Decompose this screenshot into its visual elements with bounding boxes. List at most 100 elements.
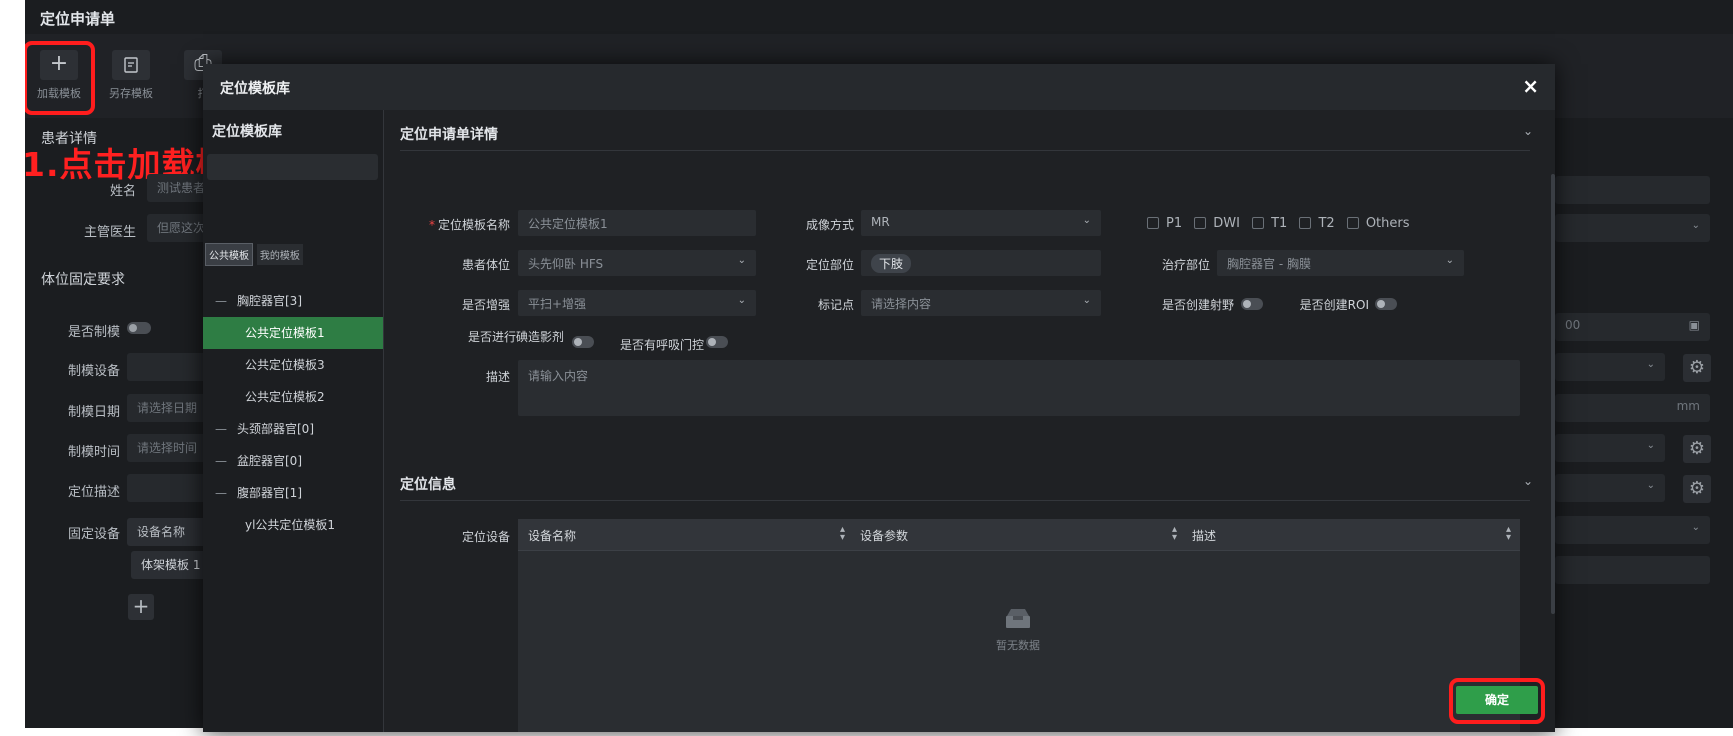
checkbox-p1[interactable] [1147, 217, 1159, 229]
template-name-input[interactable]: 公共定位模板1 [518, 210, 756, 236]
fix-section-title: 体位固定要求 [41, 272, 125, 288]
check-label-dwi: DWI [1213, 216, 1240, 231]
tree-item-yl-public-template-1[interactable]: yl公共定位模板1 [203, 509, 383, 541]
contrast-toggle[interactable] [572, 336, 594, 348]
sort-icon[interactable]: ▴ ▾ [1172, 525, 1177, 543]
bg-right-field-2[interactable] [1555, 556, 1710, 584]
loc-part-tag[interactable]: 下肢 [871, 254, 912, 273]
template-tree: — 胸腔器官[3] 公共定位模板1 公共定位模板3 公共定位模板2 — 头颈部器官[… [203, 285, 383, 541]
col-desc[interactable]: 描述 [1192, 527, 1216, 544]
body-pos-select[interactable]: 头先仰卧 HFS ⌄ [518, 250, 756, 276]
collapse-icon: — [215, 422, 227, 436]
bg-right-select-2[interactable]: ⌄ [1555, 353, 1665, 381]
close-icon[interactable]: × [1522, 74, 1539, 98]
library-title: 定位模板库 [212, 124, 282, 140]
modal-title: 定位模板库 [220, 81, 290, 97]
doctor-label: 主管医生 [83, 225, 136, 240]
tree-group-pelvis[interactable]: — 盆腔器官[0] [203, 445, 383, 477]
page-title: 定位申请单 [40, 10, 116, 28]
checkbox-t1[interactable] [1252, 217, 1265, 229]
tree-label: 盆腔器官[0] [237, 454, 302, 468]
table-header: 设备名称 ▴ ▾ 设备参数 ▴ ▾ 描述 ▴ ▾ [518, 519, 1520, 551]
fix-device-label: 固定设备 [67, 527, 120, 542]
chevron-down-icon[interactable]: ⌄ [1523, 474, 1533, 488]
chevron-down-icon: ⌄ [1082, 295, 1091, 306]
breath-label: 是否有呼吸门控 [619, 338, 704, 352]
chevron-down-icon: ⌄ [737, 295, 746, 306]
tree-item-public-template-1[interactable]: 公共定位模板1 [203, 317, 383, 349]
create-roi-toggle[interactable] [1375, 298, 1397, 310]
modal-header: 定位模板库 × [203, 64, 1555, 110]
gear-icon[interactable]: ⚙ [1683, 475, 1711, 503]
chevron-down-icon[interactable]: ⌄ [1523, 124, 1533, 138]
loc-device-table: 设备名称 ▴ ▾ 设备参数 ▴ ▾ 描述 ▴ ▾ 暂无数据 [518, 519, 1520, 732]
bg-right-select-3[interactable]: ⌄ [1555, 434, 1665, 462]
add-fix-device-icon[interactable]: + [128, 594, 154, 620]
treat-part-select[interactable]: 胸腔器官 - 胸膜 ⌄ [1217, 250, 1464, 276]
tree-label: 胸腔器官[3] [237, 294, 302, 308]
desc-textarea[interactable]: 请输入内容 [518, 360, 1520, 416]
checkbox-t2[interactable] [1299, 217, 1312, 229]
tree-label: 公共定位模板3 [245, 358, 325, 372]
modal-scrollbar[interactable] [1551, 174, 1555, 614]
divider [400, 150, 1530, 151]
tree-item-public-template-2[interactable]: 公共定位模板2 [203, 381, 383, 413]
marker-select[interactable]: 请选择内容 ⌄ [861, 290, 1101, 316]
col-device-name[interactable]: 设备名称 [528, 527, 576, 544]
checkbox-dwi[interactable] [1194, 217, 1207, 229]
template-library-pane: 定位模板库 公共模板 我的模板 — 胸腔器官[3] 公共定位模板1 公共定位模板3… [203, 110, 384, 732]
tree-label: 公共定位模板1 [245, 326, 325, 340]
mold-device-label: 制模设备 [67, 364, 120, 379]
tree-label: 头颈部器官[0] [237, 422, 314, 436]
save-template-button[interactable]: 另存模板 [101, 50, 161, 101]
patient-section-title: 患者详情 [41, 131, 97, 147]
name-input[interactable]: 测试患者 [147, 174, 207, 202]
tree-group-thorax[interactable]: — 胸腔器官[3] [203, 285, 383, 317]
bg-right-date[interactable]: 00 ▣ [1555, 313, 1710, 341]
pos-desc-input[interactable] [127, 474, 207, 502]
body-pos-label: 患者体位 [461, 258, 510, 272]
enhance-label: 是否增强 [461, 298, 510, 312]
bg-right-select-5[interactable]: ⌄ [1555, 516, 1710, 544]
contrast-label: 是否进行碘造影剂 [467, 330, 564, 344]
checkbox-others[interactable] [1346, 217, 1359, 229]
tree-group-abdomen[interactable]: — 腹部器官[1] [203, 477, 383, 509]
bg-right-field-1[interactable] [1555, 176, 1710, 204]
template-library-modal: 定位模板库 × 定位模板库 公共模板 我的模板 — 胸腔器官[3] 公共定位模板1… [203, 64, 1555, 732]
tab-my-templates[interactable]: 我的模板 [256, 244, 303, 265]
sort-icon[interactable]: ▴ ▾ [840, 525, 845, 543]
chevron-down-icon: ⌄ [737, 255, 746, 266]
bg-right-select-1[interactable]: ⌄ [1555, 214, 1710, 242]
mold-device-select[interactable] [127, 353, 207, 381]
mold-toggle[interactable] [127, 322, 151, 334]
create-field-toggle[interactable] [1241, 298, 1263, 310]
desc-label: 描述 [485, 370, 510, 384]
create-roi-label: 是否创建ROI [1299, 298, 1369, 312]
bg-right-mm[interactable]: mm [1555, 394, 1710, 422]
col-device-param[interactable]: 设备参数 [860, 527, 908, 544]
tree-label: 腹部器官[1] [237, 486, 302, 500]
confirm-button[interactable]: 确定 [1456, 686, 1538, 714]
gear-icon[interactable]: ⚙ [1683, 435, 1711, 463]
bg-right-select-4[interactable]: ⌄ [1555, 474, 1665, 502]
doctor-input[interactable]: 但愿这次 [147, 214, 207, 242]
check-label-others: Others [1365, 216, 1410, 231]
library-search-input[interactable] [207, 154, 378, 180]
mold-time-input[interactable]: 请选择时间 [127, 434, 207, 462]
check-label-p1: P1 [1166, 216, 1183, 231]
bg-right-time: 00 [1565, 318, 1581, 332]
imaging-select[interactable]: MR ⌄ [861, 210, 1101, 236]
gear-icon[interactable]: ⚙ [1683, 354, 1711, 382]
tree-group-head-neck[interactable]: — 头颈部器官[0] [203, 413, 383, 445]
loc-part-select[interactable]: 下肢 [861, 250, 1101, 276]
tree-item-public-template-3[interactable]: 公共定位模板3 [203, 349, 383, 381]
empty-text: 暂无数据 [996, 639, 1040, 652]
left-margin [0, 0, 25, 736]
imaging-options: P1 DWI T1 T2 Others [1139, 216, 1410, 231]
breath-toggle[interactable] [706, 336, 728, 348]
sort-icon[interactable]: ▴ ▾ [1506, 525, 1511, 543]
tree-label: 公共定位模板2 [245, 390, 325, 404]
mold-date-input[interactable]: 请选择日期 [127, 394, 207, 422]
enhance-select[interactable]: 平扫+增强 ⌄ [518, 290, 756, 316]
tab-public-templates[interactable]: 公共模板 [205, 243, 253, 266]
